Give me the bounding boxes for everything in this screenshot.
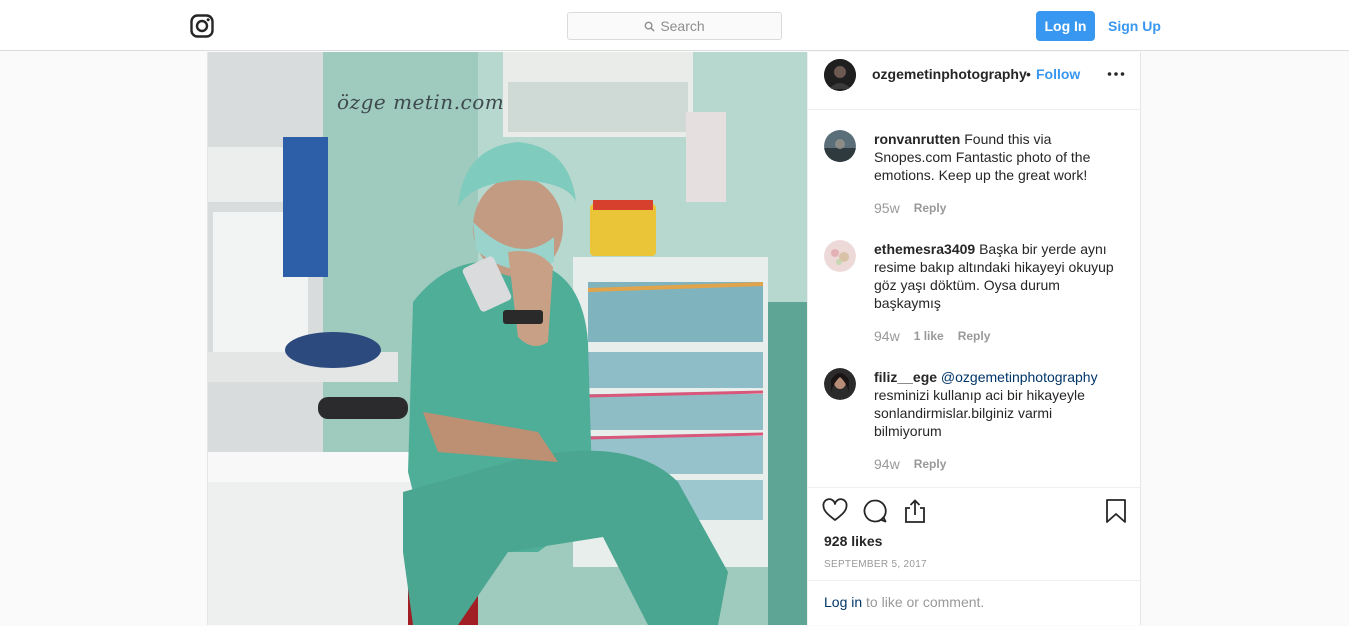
more-options-icon[interactable] [1106,64,1126,84]
comment-username[interactable]: ethemesra3409 [874,241,975,257]
comment-mention[interactable]: @ozgemetinphotography [941,369,1098,385]
comment-time[interactable]: 94w [874,456,900,472]
reply-button[interactable]: Reply [958,329,991,343]
follow-button[interactable]: Follow [1036,66,1080,82]
login-prompt-row: Log in to like or comment. [808,580,1141,626]
login-link[interactable]: Log in [824,594,862,610]
comment-likes[interactable]: 1 like [914,329,944,343]
post-actions: 928 likes SEPTEMBER 5, 2017 Log in to li… [808,487,1141,625]
comment-username[interactable]: ronvanrutten [874,131,960,147]
search-placeholder: Search [660,18,705,34]
signup-link[interactable]: Sign Up [1108,11,1161,41]
search-input[interactable]: Search [567,12,782,40]
comment-meta: 94w 1 like Reply [874,328,990,344]
commenter-avatar[interactable] [824,130,856,162]
instagram-logo-icon[interactable] [190,14,214,38]
comment-time[interactable]: 95w [874,200,900,216]
author-avatar[interactable] [824,59,856,91]
top-nav: Search Log In Sign Up [0,0,1349,51]
heart-icon[interactable] [822,498,848,524]
commenter-avatar[interactable] [824,368,856,400]
login-button[interactable]: Log In [1036,11,1095,41]
author-username[interactable]: ozgemetinphotography [872,66,1027,82]
comment-body: resminizi kullanıp aci bir hikayeyle son… [874,387,1085,439]
post-header: ozgemetinphotography • Follow [808,52,1141,110]
share-icon[interactable] [902,498,928,524]
comment-text: filiz__ege @ozgemetinphotography resmini… [874,368,1119,440]
post-date[interactable]: SEPTEMBER 5, 2017 [824,559,927,570]
comments-list[interactable]: ronvanrutten Found this via Snopes.com F… [808,110,1141,487]
reply-button[interactable]: Reply [914,201,947,215]
post-photo-illustration [208,52,807,625]
post-card: özge metin.com ozgemetinphotography • Fo… [207,52,1141,625]
post-side-panel: ozgemetinphotography • Follow ronvanrutt… [807,52,1141,625]
comment-text: ethemesra3409 Başka bir yerde aynı resim… [874,240,1119,312]
post-photo[interactable]: özge metin.com [208,52,807,625]
comment-meta: 94w Reply [874,456,946,472]
comment-username[interactable]: filiz__ege [874,369,937,385]
login-prompt: Log in to like or comment. [824,594,984,610]
comment-time[interactable]: 94w [874,328,900,344]
comment-meta: 95w Reply [874,200,946,216]
comment-text: ronvanrutten Found this via Snopes.com F… [874,130,1119,184]
header-separator: • [1026,66,1031,82]
commenter-avatar[interactable] [824,240,856,272]
image-watermark: özge metin.com [337,90,505,114]
likes-count[interactable]: 928 likes [824,533,882,549]
reply-button[interactable]: Reply [914,457,947,471]
search-icon [644,21,655,32]
comment-icon[interactable] [862,498,888,524]
login-prompt-text: to like or comment. [862,594,985,610]
bookmark-icon[interactable] [1103,498,1129,524]
